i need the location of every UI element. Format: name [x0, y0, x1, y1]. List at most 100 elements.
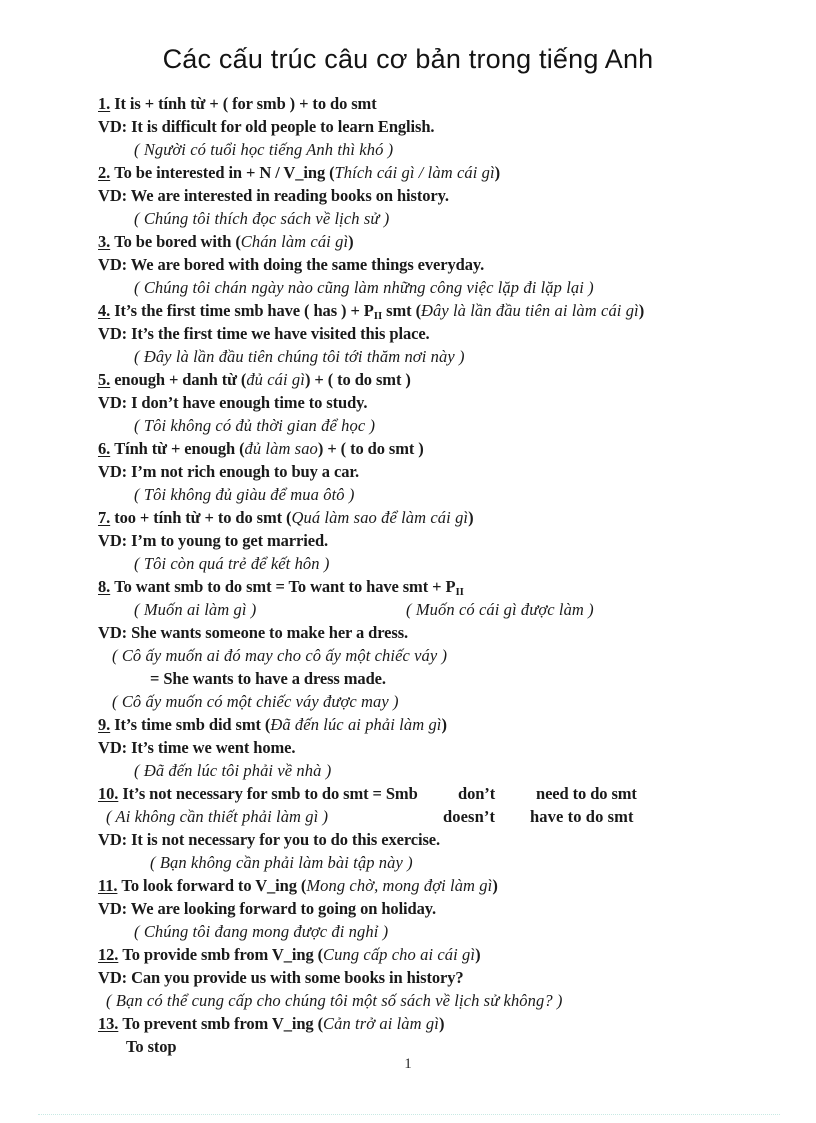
translation-line-7: ( Tôi còn quá trẻ để kết hôn ): [134, 554, 330, 573]
translation-line-8: ( Cô ấy muốn ai đó may cho cô ấy một chi…: [112, 646, 448, 665]
example-line-10: VD: It is not necessary for you to do th…: [98, 828, 778, 851]
example-text-10: It is not necessary for you to do this e…: [131, 830, 441, 849]
vd-label-2: VD:: [98, 186, 128, 205]
structure-line-10: 10. It’s not necessary for smb to do smt …: [98, 782, 778, 805]
structure-text-10: It’s not necessary for smb to do smt = S…: [122, 784, 418, 803]
example-line-2: VD: We are interested in reading books o…: [98, 184, 778, 207]
structure-text-7: too + tính từ + to do smt (: [114, 508, 292, 527]
vd-label-6: VD:: [98, 462, 128, 481]
structure-line-13: 13. To prevent smb from V_ing (Cản trở ai…: [98, 1012, 778, 1035]
bottom-dotted-rule: [38, 1114, 780, 1116]
example-line-12: VD: Can you provide us with some books i…: [98, 966, 778, 989]
structure-line-5: 5. enough + danh từ (đủ cái gì) + ( to do…: [98, 368, 778, 391]
auxiliary-need-tail-10: need to do smt: [536, 784, 637, 803]
structure-text-9: It’s time smb did smt (: [114, 715, 271, 734]
vd-label-1: VD:: [98, 117, 128, 136]
structure-italic-6: đủ làm sao: [244, 439, 318, 458]
structure-line-9: 9. It’s time smb did smt (Đã đến lúc ai p…: [98, 713, 778, 736]
structure-subtranslation-line-8: ( Muốn ai làm gì ) ( Muốn có cái gì được …: [98, 598, 778, 621]
page-number: 1: [404, 1056, 412, 1072]
item-number-6: 6.: [98, 439, 111, 458]
structure-tail-13: ): [438, 1014, 445, 1033]
structure-line-1: 1. It is + tính từ + ( for smb ) + to do …: [98, 92, 778, 115]
structure-italic-9: Đã đến lúc ai phải làm gì: [270, 715, 442, 734]
content-body: 1. It is + tính từ + ( for smb ) + to do …: [98, 92, 778, 1058]
structure-line-3: 3. To be bored with (Chán làm cái gì): [98, 230, 778, 253]
vd-label-4: VD:: [98, 324, 128, 343]
structure-line-12: 12. To provide smb from V_ing (Cung cấp c…: [98, 943, 778, 966]
translation-line-2: ( Chúng tôi thích đọc sách về lịch sử ): [134, 209, 390, 228]
structure-translation-line-10: ( Ai không cần thiết phải làm gì ) doesn’…: [98, 805, 778, 828]
example-line-1: VD: It is difficult for old people to le…: [98, 115, 778, 138]
translation-line-4: ( Đây là lần đầu tiên chúng tôi tới thăm…: [134, 347, 465, 366]
vd-label-10: VD:: [98, 830, 128, 849]
item-number-1: 1.: [98, 94, 111, 113]
structure-italic-4: Đây là lần đầu tiên ai làm cái gì: [420, 301, 639, 320]
structure-tail-6: ) + ( to do smt ): [317, 439, 424, 458]
auxiliary-have-tail-10: have to do smt: [530, 807, 634, 826]
example-line-7: VD: I’m to young to get married.: [98, 529, 778, 552]
translation-line-5: ( Tôi không có đủ thời gian để học ): [134, 416, 376, 435]
structure-text-2: To be interested in + N / V_ing (: [114, 163, 335, 182]
structure-italic-2: Thích cái gì / làm cái gì: [334, 163, 495, 182]
structure-tail-9: ): [441, 715, 447, 734]
example-text-1: It is difficult for old people to learn …: [131, 117, 435, 136]
structure-tail-4: ): [638, 301, 645, 320]
vd-label-8: VD:: [98, 623, 128, 642]
vd-label-9: VD:: [98, 738, 128, 757]
structure-text-11: To look forward to V_ing (: [121, 876, 307, 895]
example-text-4: It’s the first time we have visited this…: [131, 324, 430, 343]
sub-translation-right-8: ( Muốn có cái gì được làm ): [406, 600, 594, 619]
continuation-line-13: To stop: [126, 1037, 177, 1056]
example-text-2: We are interested in reading books on hi…: [130, 186, 449, 205]
structure-italic-10: ( Ai không cần thiết phải làm gì ): [106, 807, 329, 826]
structure-line-2: 2. To be interested in + N / V_ing (Thích…: [98, 161, 778, 184]
item-number-8: 8.: [98, 577, 111, 596]
structure-italic-12: Cung cấp cho ai cái gì: [323, 945, 476, 964]
structure-subscript-8: II: [455, 586, 464, 598]
structure-text-13: To prevent smb from V_ing (: [122, 1014, 323, 1033]
item-number-7: 7.: [98, 508, 111, 527]
equivalent-translation-line-8: ( Cô ấy muốn có một chiếc váy được may ): [112, 692, 399, 711]
structure-italic-11: Mong chờ, mong đợi làm gì: [306, 876, 493, 895]
structure-tail-3: ): [348, 232, 354, 251]
structure-italic-13: Cản trở ai làm gì: [323, 1014, 439, 1033]
translation-line-10: ( Bạn không cần phải làm bài tập này ): [150, 853, 413, 872]
example-line-11: VD: We are looking forward to going on h…: [98, 897, 778, 920]
structure-italic-7: Quá làm sao để làm cái gì: [291, 508, 469, 527]
structure-line-8: 8. To want smb to do smt = To want to hav…: [98, 575, 778, 598]
translation-line-1: ( Người có tuổi học tiếng Anh thì khó ): [134, 140, 394, 159]
structure-line-7: 7. too + tính từ + to do smt (Quá làm sao…: [98, 506, 778, 529]
translation-line-9: ( Đã đến lúc tôi phải về nhà ): [134, 761, 332, 780]
structure-pre-4: It’s the first time smb have ( has ) + P: [114, 301, 374, 320]
structure-italic-5: đủ cái gì: [246, 370, 305, 389]
structure-tail-11: ): [492, 876, 498, 895]
structure-line-4: 4. It’s the first time smb have ( has ) +…: [98, 299, 778, 322]
translation-line-11: ( Chúng tôi đang mong được đi nghỉ ): [134, 922, 389, 941]
example-text-8: She wants someone to make her a dress.: [131, 623, 409, 642]
structure-text-6: Tính từ + enough (: [114, 439, 245, 458]
structure-pre-8: To want smb to do smt = To want to have …: [114, 577, 456, 596]
example-line-5: VD: I don’t have enough time to study.: [98, 391, 778, 414]
structure-italic-3: Chán làm cái gì: [240, 232, 349, 251]
translation-line-3: ( Chúng tôi chán ngày nào cũng làm những…: [134, 278, 594, 297]
item-number-2: 2.: [98, 163, 111, 182]
example-line-8: VD: She wants someone to make her a dres…: [98, 621, 778, 644]
structure-text-12: To provide smb from V_ing (: [122, 945, 324, 964]
structure-post-4: smt (: [382, 301, 421, 320]
example-line-3: VD: We are bored with doing the same thi…: [98, 253, 778, 276]
document-page: Các cấu trúc câu cơ bản trong tiếng Anh …: [0, 0, 816, 1123]
translation-line-6: ( Tôi không đủ giàu để mua ôtô ): [134, 485, 355, 504]
structure-tail-7: ): [468, 508, 474, 527]
structure-tail-5: ) + ( to do smt ): [304, 370, 411, 389]
example-line-9: VD: It’s time we went home.: [98, 736, 778, 759]
vd-label-7: VD:: [98, 531, 128, 550]
auxiliary-dont-10: don’t: [458, 784, 496, 803]
example-text-6: I’m not rich enough to buy a car.: [131, 462, 360, 481]
item-number-10: 10.: [98, 784, 119, 803]
vd-label-3: VD:: [98, 255, 128, 274]
example-text-11: We are looking forward to going on holid…: [130, 899, 437, 918]
example-text-5: I don’t have enough time to study.: [131, 393, 368, 412]
item-number-4: 4.: [98, 301, 111, 320]
sub-translation-left-8: ( Muốn ai làm gì ): [134, 600, 257, 619]
